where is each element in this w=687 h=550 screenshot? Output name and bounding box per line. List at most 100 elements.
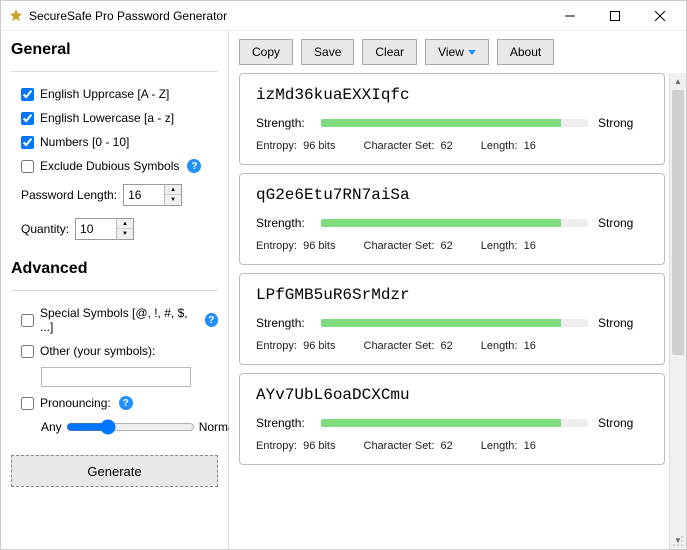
password-text[interactable]: izMd36kuaEXXIqfc	[256, 86, 648, 104]
numbers-checkbox[interactable]	[21, 136, 34, 149]
maximize-icon	[610, 11, 620, 21]
entropy-field: Entropy: 96 bits	[256, 140, 336, 152]
uppercase-checkbox[interactable]	[21, 88, 34, 101]
generate-button[interactable]: Generate	[11, 455, 218, 487]
app-icon	[9, 9, 23, 23]
length-field: Length: 16	[481, 440, 536, 452]
strength-text: Strong	[598, 316, 648, 330]
sidebar: General English Upprcase [A - Z] English…	[1, 31, 229, 549]
quantity-input[interactable]	[76, 219, 116, 239]
pronouncing-option[interactable]: Pronouncing: ?	[21, 396, 218, 410]
strength-bar-fill	[321, 119, 561, 127]
close-button[interactable]	[637, 2, 682, 30]
password-card: AYv7UbL6oaDCXCmu Strength:Strong Entropy: …	[239, 373, 665, 465]
pronouncing-checkbox[interactable]	[21, 397, 34, 410]
strength-row: Strength: Strong	[256, 116, 648, 130]
chevron-down-icon	[468, 50, 476, 55]
strength-text: Strong	[598, 116, 648, 130]
scroll-thumb[interactable]	[672, 90, 684, 355]
advanced-heading: Advanced	[11, 260, 218, 278]
quantity-up-button[interactable]: ▲	[117, 219, 133, 229]
length-field: Length: 16	[481, 240, 536, 252]
quantity-spinner[interactable]: ▲ ▼	[75, 218, 134, 240]
scrollbar[interactable]: ▲ ▼	[669, 73, 686, 549]
pronouncing-label: Pronouncing:	[40, 396, 111, 410]
window-title: SecureSafe Pro Password Generator	[29, 9, 547, 23]
body: General English Upprcase [A - Z] English…	[1, 31, 686, 549]
toolbar: Copy Save Clear View About	[229, 31, 686, 73]
other-checkbox[interactable]	[21, 345, 34, 358]
password-card: qG2e6Etu7RN7aiSaStrength:StrongEntropy: …	[239, 173, 665, 265]
slider-min-label: Any	[41, 420, 62, 434]
results-list: izMd36kuaEXXIqfc Strength: Strong Entropy: …	[229, 73, 669, 549]
quantity-label: Quantity:	[21, 222, 69, 236]
entropy-field: Entropy: 96 bits	[256, 340, 336, 352]
quantity-row: Quantity: ▲ ▼	[21, 218, 218, 240]
divider	[11, 290, 218, 291]
quantity-down-button[interactable]: ▼	[117, 229, 133, 239]
scroll-track[interactable]	[670, 90, 686, 532]
numbers-label: Numbers [0 - 10]	[40, 135, 129, 149]
minimize-button[interactable]	[547, 2, 592, 30]
help-icon[interactable]: ?	[187, 159, 201, 173]
titlebar[interactable]: SecureSafe Pro Password Generator	[1, 1, 686, 31]
other-option[interactable]: Other (your symbols):	[21, 344, 218, 358]
help-icon[interactable]: ?	[205, 313, 218, 327]
entropy-field: Entropy: 96 bits	[256, 440, 336, 452]
length-input[interactable]	[124, 185, 164, 205]
lowercase-label: English Lowercase [a - z]	[40, 111, 174, 125]
special-option[interactable]: Special Symbols [@, !, #, $, ...] ?	[21, 306, 218, 334]
numbers-option[interactable]: Numbers [0 - 10]	[21, 135, 218, 149]
strength-bar-fill	[321, 319, 561, 327]
lowercase-checkbox[interactable]	[21, 112, 34, 125]
meta-row: Entropy: 96 bitsCharacter Set: 62Length:…	[256, 340, 648, 352]
strength-text: Strong	[598, 216, 648, 230]
charset-field: Character Set: 62	[364, 340, 453, 352]
help-icon[interactable]: ?	[119, 396, 133, 410]
exclude-option[interactable]: Exclude Dubious Symbols ?	[21, 159, 218, 173]
exclude-checkbox[interactable]	[21, 160, 34, 173]
pronouncing-slider-row: Any Normal	[41, 419, 218, 435]
length-up-button[interactable]: ▲	[165, 185, 181, 195]
special-label: Special Symbols [@, !, #, $, ...]	[40, 306, 197, 334]
strength-bar	[321, 119, 588, 127]
copy-button[interactable]: Copy	[239, 39, 293, 65]
pronouncing-slider[interactable]	[66, 419, 195, 435]
charset-field: Character Set: 62	[364, 440, 453, 452]
strength-row: Strength:Strong	[256, 316, 648, 330]
strength-bar-fill	[321, 219, 561, 227]
save-button[interactable]: Save	[301, 39, 354, 65]
special-checkbox[interactable]	[21, 314, 34, 327]
charset-field: Character Set: 62	[364, 140, 453, 152]
scroll-up-button[interactable]: ▲	[670, 73, 686, 90]
length-row: Password Length: ▲ ▼	[21, 184, 218, 206]
password-card: LPfGMB5uR6SrMdzr Strength:Strong Entropy: …	[239, 273, 665, 365]
strength-bar-fill	[321, 419, 561, 427]
resize-grip-icon[interactable]	[672, 535, 684, 547]
view-button[interactable]: View	[425, 39, 489, 65]
exclude-label: Exclude Dubious Symbols	[40, 159, 179, 173]
password-text[interactable]: AYv7UbL6oaDCXCmu	[256, 386, 648, 404]
minimize-icon	[565, 11, 575, 21]
length-down-button[interactable]: ▼	[165, 195, 181, 205]
strength-label: Strength:	[256, 416, 311, 430]
strength-label: Strength:	[256, 116, 311, 130]
maximize-button[interactable]	[592, 2, 637, 30]
view-label: View	[438, 45, 464, 59]
main-panel: Copy Save Clear View About izMd36kuaEXXI…	[229, 31, 686, 549]
meta-row: Entropy: 96 bitsCharacter Set: 62Length:…	[256, 240, 648, 252]
length-spinner[interactable]: ▲ ▼	[123, 184, 182, 206]
lowercase-option[interactable]: English Lowercase [a - z]	[21, 111, 218, 125]
app-window: SecureSafe Pro Password Generator Genera…	[0, 0, 687, 550]
clear-button[interactable]: Clear	[362, 39, 417, 65]
meta-row: Entropy: 96 bits Character Set: 62 Length:…	[256, 140, 648, 152]
length-field: Length: 16	[481, 140, 536, 152]
about-button[interactable]: About	[497, 39, 554, 65]
password-text[interactable]: qG2e6Etu7RN7aiSa	[256, 186, 648, 204]
other-symbols-input[interactable]	[41, 367, 191, 387]
uppercase-option[interactable]: English Upprcase [A - Z]	[21, 87, 218, 101]
general-heading: General	[11, 41, 218, 59]
strength-row: Strength:Strong	[256, 416, 648, 430]
password-text[interactable]: LPfGMB5uR6SrMdzr	[256, 286, 648, 304]
length-label: Password Length:	[21, 188, 117, 202]
